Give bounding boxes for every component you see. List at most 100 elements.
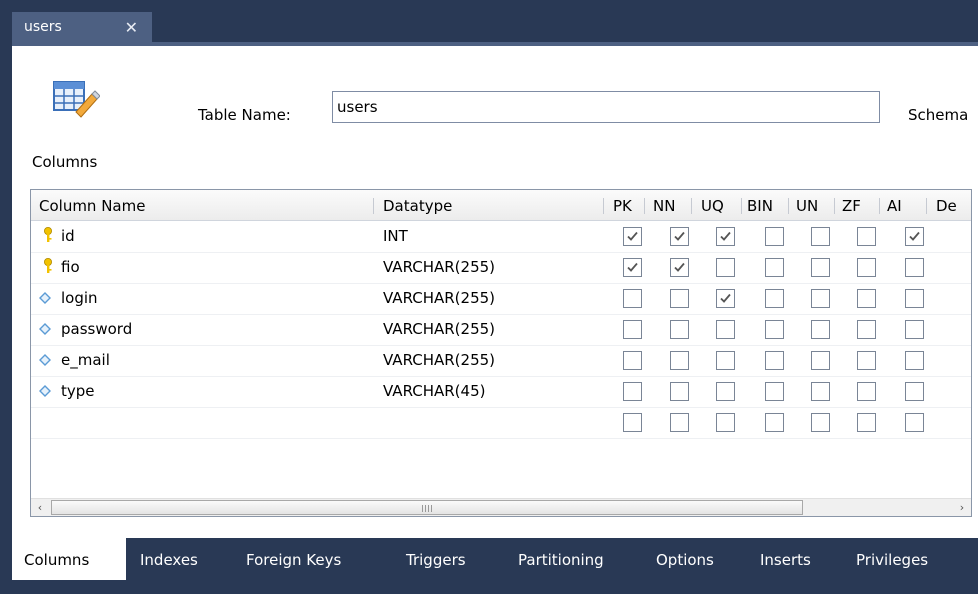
header-separator[interactable]: [834, 198, 835, 214]
header-column-name[interactable]: Column Name: [39, 190, 145, 220]
bin-checkbox[interactable]: [765, 351, 784, 370]
column-name-cell[interactable]: e_mail: [61, 345, 110, 376]
datatype-cell[interactable]: VARCHAR(45): [383, 376, 485, 407]
column-name-cell[interactable]: id: [61, 221, 75, 252]
tab-inserts[interactable]: Inserts: [748, 538, 842, 580]
uq-checkbox[interactable]: [716, 289, 735, 308]
nn-checkbox[interactable]: [670, 413, 689, 432]
datatype-cell[interactable]: VARCHAR(255): [383, 252, 495, 283]
zf-checkbox[interactable]: [857, 351, 876, 370]
table-row[interactable]: type VARCHAR(45): [31, 376, 971, 408]
table-row[interactable]: login VARCHAR(255): [31, 283, 971, 315]
zf-checkbox[interactable]: [857, 227, 876, 246]
uq-checkbox[interactable]: [716, 258, 735, 277]
document-tab-users[interactable]: users ✕: [12, 12, 152, 42]
header-separator[interactable]: [926, 198, 927, 214]
header-separator[interactable]: [373, 198, 374, 214]
header-un[interactable]: UN: [796, 190, 818, 220]
ai-checkbox[interactable]: [905, 289, 924, 308]
table-name-input[interactable]: [332, 91, 880, 123]
bin-checkbox[interactable]: [765, 413, 784, 432]
column-name-cell[interactable]: fio: [61, 252, 80, 283]
pk-checkbox[interactable]: [623, 351, 642, 370]
un-checkbox[interactable]: [811, 289, 830, 308]
bin-checkbox[interactable]: [765, 289, 784, 308]
header-separator[interactable]: [691, 198, 692, 214]
table-row[interactable]: e_mail VARCHAR(255): [31, 345, 971, 377]
pk-checkbox[interactable]: [623, 289, 642, 308]
un-checkbox[interactable]: [811, 227, 830, 246]
tab-triggers[interactable]: Triggers: [394, 538, 504, 580]
column-name-cell[interactable]: type: [61, 376, 95, 407]
datatype-cell[interactable]: VARCHAR(255): [383, 345, 495, 376]
pk-checkbox[interactable]: [623, 320, 642, 339]
uq-checkbox[interactable]: [716, 382, 735, 401]
table-row[interactable]: [31, 407, 971, 439]
ai-checkbox[interactable]: [905, 382, 924, 401]
scroll-right-arrow-icon[interactable]: ›: [953, 499, 971, 516]
bin-checkbox[interactable]: [765, 258, 784, 277]
tab-privileges[interactable]: Privileges: [844, 538, 954, 580]
ai-checkbox[interactable]: [905, 227, 924, 246]
datatype-cell[interactable]: INT: [383, 221, 408, 252]
header-separator[interactable]: [788, 198, 789, 214]
pk-checkbox[interactable]: [623, 382, 642, 401]
header-uq[interactable]: UQ: [701, 190, 724, 220]
header-zf[interactable]: ZF: [842, 190, 861, 220]
uq-checkbox[interactable]: [716, 320, 735, 339]
header-separator[interactable]: [741, 198, 742, 214]
zf-checkbox[interactable]: [857, 320, 876, 339]
column-name-cell[interactable]: login: [61, 283, 98, 314]
nn-checkbox[interactable]: [670, 382, 689, 401]
close-icon[interactable]: ✕: [125, 18, 138, 37]
ai-checkbox[interactable]: [905, 258, 924, 277]
header-datatype[interactable]: Datatype: [383, 190, 452, 220]
table-row[interactable]: password VARCHAR(255): [31, 314, 971, 346]
un-checkbox[interactable]: [811, 351, 830, 370]
header-nn[interactable]: NN: [653, 190, 675, 220]
header-default[interactable]: De: [936, 190, 957, 220]
pk-checkbox[interactable]: [623, 258, 642, 277]
table-row[interactable]: id INT: [31, 221, 971, 253]
table-row[interactable]: fio VARCHAR(255): [31, 252, 971, 284]
tab-options[interactable]: Options: [644, 538, 746, 580]
nn-checkbox[interactable]: [670, 289, 689, 308]
uq-checkbox[interactable]: [716, 227, 735, 246]
zf-checkbox[interactable]: [857, 289, 876, 308]
zf-checkbox[interactable]: [857, 258, 876, 277]
horizontal-scrollbar[interactable]: ‹ ›: [31, 498, 971, 516]
nn-checkbox[interactable]: [670, 258, 689, 277]
un-checkbox[interactable]: [811, 382, 830, 401]
un-checkbox[interactable]: [811, 258, 830, 277]
scrollbar-thumb[interactable]: [51, 500, 803, 515]
header-ai[interactable]: AI: [887, 190, 902, 220]
tab-foreign-keys[interactable]: Foreign Keys: [234, 538, 392, 580]
column-name-cell[interactable]: password: [61, 314, 132, 345]
un-checkbox[interactable]: [811, 413, 830, 432]
nn-checkbox[interactable]: [670, 227, 689, 246]
scroll-left-arrow-icon[interactable]: ‹: [31, 499, 49, 516]
pk-checkbox[interactable]: [623, 413, 642, 432]
tab-columns[interactable]: Columns: [12, 538, 126, 580]
datatype-cell[interactable]: VARCHAR(255): [383, 283, 495, 314]
header-separator[interactable]: [879, 198, 880, 214]
uq-checkbox[interactable]: [716, 413, 735, 432]
zf-checkbox[interactable]: [857, 382, 876, 401]
ai-checkbox[interactable]: [905, 351, 924, 370]
header-pk[interactable]: PK: [613, 190, 632, 220]
nn-checkbox[interactable]: [670, 351, 689, 370]
ai-checkbox[interactable]: [905, 413, 924, 432]
bin-checkbox[interactable]: [765, 382, 784, 401]
pk-checkbox[interactable]: [623, 227, 642, 246]
header-separator[interactable]: [644, 198, 645, 214]
bin-checkbox[interactable]: [765, 320, 784, 339]
zf-checkbox[interactable]: [857, 413, 876, 432]
nn-checkbox[interactable]: [670, 320, 689, 339]
ai-checkbox[interactable]: [905, 320, 924, 339]
bin-checkbox[interactable]: [765, 227, 784, 246]
header-separator[interactable]: [603, 198, 604, 214]
un-checkbox[interactable]: [811, 320, 830, 339]
uq-checkbox[interactable]: [716, 351, 735, 370]
tab-indexes[interactable]: Indexes: [128, 538, 232, 580]
header-bin[interactable]: BIN: [747, 190, 773, 220]
